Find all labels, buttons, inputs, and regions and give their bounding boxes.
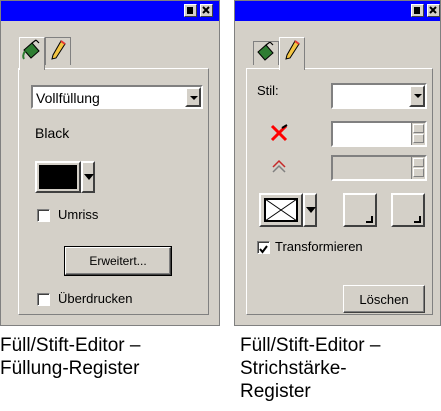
transform-label: Transformieren — [275, 239, 363, 254]
color-dropdown-button[interactable] — [81, 161, 95, 193]
fill-pen-editor-stroke-panel: Stil: Transformieren Löschen — [234, 0, 441, 326]
spin-down-button[interactable] — [413, 134, 424, 143]
stroke-width-stepper[interactable] — [411, 123, 425, 145]
transform-checkbox[interactable] — [257, 241, 270, 254]
stroke-width-field[interactable] — [331, 121, 427, 147]
color-swatch-button[interactable] — [35, 161, 81, 193]
outline-label: Umriss — [58, 207, 99, 222]
overprint-label: Überdrucken — [58, 291, 133, 306]
title-bar[interactable] — [1, 1, 219, 21]
spin-down-button[interactable] — [413, 168, 424, 177]
paint-bucket-icon — [257, 41, 274, 61]
style-select[interactable] — [331, 83, 427, 109]
close-button[interactable] — [427, 4, 440, 17]
tab-fill[interactable] — [19, 37, 45, 70]
minimize-button[interactable] — [411, 4, 424, 17]
close-icon — [429, 6, 437, 14]
color-name-label: Black — [35, 125, 70, 141]
stroke-panel-caption: Füll/Stift-Editor – Strichstärke- Regist… — [240, 335, 381, 402]
miter-limit-field[interactable] — [331, 155, 427, 181]
advanced-button[interactable]: Erweitert... — [64, 246, 172, 276]
chevron-down-icon[interactable] — [185, 87, 201, 107]
line-end-dropdown[interactable] — [303, 193, 317, 227]
corner-icon — [366, 216, 373, 223]
close-icon — [202, 6, 210, 14]
fill-type-select[interactable]: Vollfüllung — [31, 85, 203, 109]
pen-icon — [51, 40, 66, 60]
miter-limit-stepper[interactable] — [411, 157, 425, 179]
minimize-button[interactable] — [184, 4, 197, 17]
line-end-button[interactable] — [259, 193, 303, 227]
color-swatch — [39, 165, 77, 189]
no-stroke-icon — [270, 124, 288, 142]
title-bar[interactable] — [235, 1, 440, 21]
chevron-down-icon[interactable] — [409, 85, 425, 107]
paint-bucket-icon — [22, 39, 40, 60]
chevron-down-icon — [306, 207, 316, 213]
arrow-start-button[interactable] — [343, 193, 377, 227]
chevron-down-icon — [84, 174, 94, 180]
crossed-box-icon — [264, 198, 298, 222]
miter-icon — [272, 159, 286, 173]
checkmark-icon — [259, 245, 268, 254]
outline-checkbox[interactable] — [37, 209, 50, 222]
close-button[interactable] — [200, 4, 213, 17]
style-label: Stil: — [257, 83, 279, 98]
overprint-checkbox[interactable] — [37, 293, 50, 306]
fill-panel-caption: Füll/Stift-Editor – Füllung-Register — [0, 335, 141, 379]
pen-icon — [285, 40, 300, 60]
delete-button[interactable]: Löschen — [343, 285, 425, 313]
arrow-end-button[interactable] — [391, 193, 425, 227]
tab-fill[interactable] — [253, 41, 279, 65]
fill-pen-editor-fill-panel: Vollfüllung Black Umriss Erweitert... Üb… — [0, 0, 220, 326]
tab-stroke[interactable] — [279, 37, 305, 70]
fill-type-value: Vollfüllung — [36, 90, 100, 106]
spin-up-button[interactable] — [413, 158, 424, 167]
corner-icon — [414, 216, 421, 223]
spin-up-button[interactable] — [413, 124, 424, 133]
tab-stroke[interactable] — [45, 37, 71, 65]
